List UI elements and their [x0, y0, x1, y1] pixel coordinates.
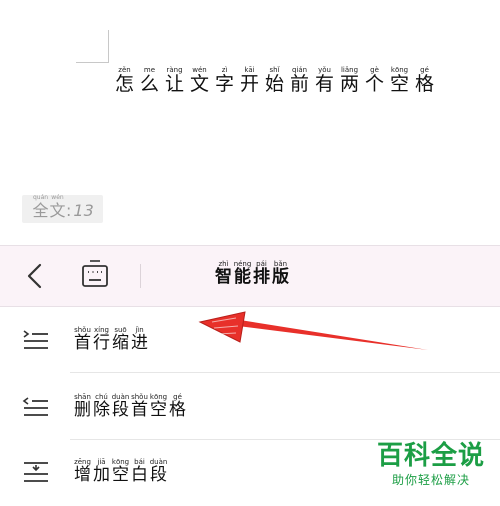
menu-char: bái 白 — [130, 458, 149, 485]
menu-char: zēng 增 — [73, 458, 92, 485]
menu-hanzi: 白 — [131, 465, 148, 485]
word-count-value: 13 — [73, 201, 94, 220]
doc-char: zěn 怎 — [112, 66, 137, 95]
menu-hanzi: 进 — [131, 333, 148, 353]
menu-hanzi: 空 — [112, 465, 129, 485]
word-count-hanzi: 文 — [49, 201, 66, 221]
menu-item-remove-leading-spaces[interactable]: shān 删 chú 除 duàn 段 shǒu 首 kōng 空 gé 格 — [0, 373, 500, 439]
menu-char: jiā 加 — [92, 458, 111, 485]
watermark: 百科全说 助你轻松解决 — [376, 440, 486, 488]
watermark-brand: 百科全说 — [376, 441, 485, 471]
doc-char: yǒu 有 — [312, 66, 337, 95]
menu-char: kōng 空 — [111, 458, 130, 485]
doc-char: zì 字 — [212, 66, 237, 95]
doc-char-hanzi: 文 — [189, 73, 209, 95]
add-blank-paragraph-icon — [24, 462, 48, 482]
doc-char-hanzi: 有 — [314, 73, 334, 95]
doc-char-hanzi: 么 — [139, 73, 159, 95]
menu-hanzi: 加 — [93, 465, 110, 485]
doc-char-hanzi: 前 — [289, 73, 309, 95]
doc-char: gè 个 — [362, 66, 387, 95]
title-hanzi: 智 — [215, 267, 232, 287]
doc-char-hanzi: 格 — [414, 73, 434, 95]
title-char: bǎn 版 — [271, 260, 290, 287]
doc-char: ràng 让 — [162, 66, 187, 95]
menu-char: kōng 空 — [149, 393, 168, 420]
menu-hanzi: 空 — [150, 400, 167, 420]
word-count-hanzi: 全 — [32, 201, 49, 221]
menu-hanzi: 除 — [93, 400, 110, 420]
menu-hanzi: 格 — [169, 400, 186, 420]
toolbar-title: zhì 智 néng 能 pái 排 bǎn 版 — [214, 260, 290, 287]
menu-item-label: shān 删 chú 除 duàn 段 shǒu 首 kōng 空 gé 格 — [73, 393, 187, 420]
menu-hanzi: 增 — [74, 465, 91, 485]
menu-hanzi: 段 — [112, 400, 129, 420]
menu-item-label: zēng 增 jiā 加 kōng 空 bái 白 duàn 段 — [73, 458, 168, 485]
doc-char-hanzi: 让 — [164, 73, 184, 95]
doc-char-hanzi: 两 — [339, 73, 359, 95]
menu-char: shǒu 首 — [130, 393, 149, 420]
toolbar-divider — [140, 264, 141, 288]
doc-char-hanzi: 始 — [264, 73, 284, 95]
menu-char: suō 缩 — [111, 326, 130, 353]
title-hanzi: 排 — [253, 267, 270, 287]
smart-layout-toolbar: zhì 智 néng 能 pái 排 bǎn 版 — [0, 245, 500, 307]
doc-char-hanzi: 字 — [214, 73, 234, 95]
page-corner-mark — [76, 30, 109, 63]
doc-char: kōng 空 — [387, 66, 412, 95]
word-count-label-char: quán 全 — [32, 194, 49, 220]
doc-char: qián 前 — [287, 66, 312, 95]
doc-char-hanzi: 怎 — [114, 73, 134, 95]
title-char: pái 排 — [252, 260, 271, 287]
title-hanzi: 版 — [272, 267, 289, 287]
word-count-label-char: wén 文 — [49, 194, 66, 220]
menu-char: xíng 行 — [92, 326, 111, 353]
menu-hanzi: 段 — [150, 465, 167, 485]
word-count-colon: : — [66, 201, 72, 220]
word-count-badge: quán 全 wén 文 : 13 — [22, 194, 103, 223]
keyboard-button[interactable] — [78, 259, 112, 291]
menu-item-label: shǒu 首 xíng 行 suō 缩 jìn 进 — [73, 326, 149, 353]
menu-item-first-line-indent[interactable]: shǒu 首 xíng 行 suō 缩 jìn 进 — [0, 306, 500, 372]
back-button[interactable] — [20, 260, 52, 292]
chevron-left-icon — [27, 263, 42, 289]
doc-char: wén 文 — [187, 66, 212, 95]
menu-char: duàn 段 — [111, 393, 130, 420]
title-char: zhì 智 — [214, 260, 233, 287]
doc-char: liǎng 两 — [337, 66, 362, 95]
remove-leading-spaces-icon — [22, 397, 48, 416]
menu-char: shān 删 — [73, 393, 92, 420]
document-editor[interactable]: zěn 怎 me 么 ràng 让 wén 文 zì 字 kāi 开 shǐ 始 qián 前 … — [0, 0, 500, 245]
menu-char: gé 格 — [168, 393, 187, 420]
menu-hanzi: 首 — [74, 333, 91, 353]
menu-char: shǒu 首 — [73, 326, 92, 353]
menu-char: duàn 段 — [149, 458, 168, 485]
keyboard-icon — [82, 260, 108, 287]
doc-char-hanzi: 个 — [364, 73, 384, 95]
doc-char: kāi 开 — [237, 66, 262, 95]
menu-hanzi: 缩 — [112, 333, 129, 353]
indent-first-line-icon — [23, 330, 48, 349]
doc-char: me 么 — [137, 66, 162, 95]
menu-hanzi: 删 — [74, 400, 91, 420]
menu-char: chú 除 — [92, 393, 111, 420]
menu-hanzi: 首 — [131, 400, 148, 420]
menu-hanzi: 行 — [93, 333, 110, 353]
doc-char: shǐ 始 — [262, 66, 287, 95]
title-char: néng 能 — [233, 260, 252, 287]
doc-char: gé 格 — [412, 66, 437, 95]
watermark-subtitle: 助你轻松解决 — [391, 473, 470, 487]
document-text-line[interactable]: zěn 怎 me 么 ràng 让 wén 文 zì 字 kāi 开 shǐ 始 qián 前 … — [112, 66, 437, 95]
title-hanzi: 能 — [234, 267, 251, 287]
doc-char-hanzi: 空 — [389, 73, 409, 95]
doc-char-hanzi: 开 — [239, 73, 259, 95]
menu-char: jìn 进 — [130, 326, 149, 353]
